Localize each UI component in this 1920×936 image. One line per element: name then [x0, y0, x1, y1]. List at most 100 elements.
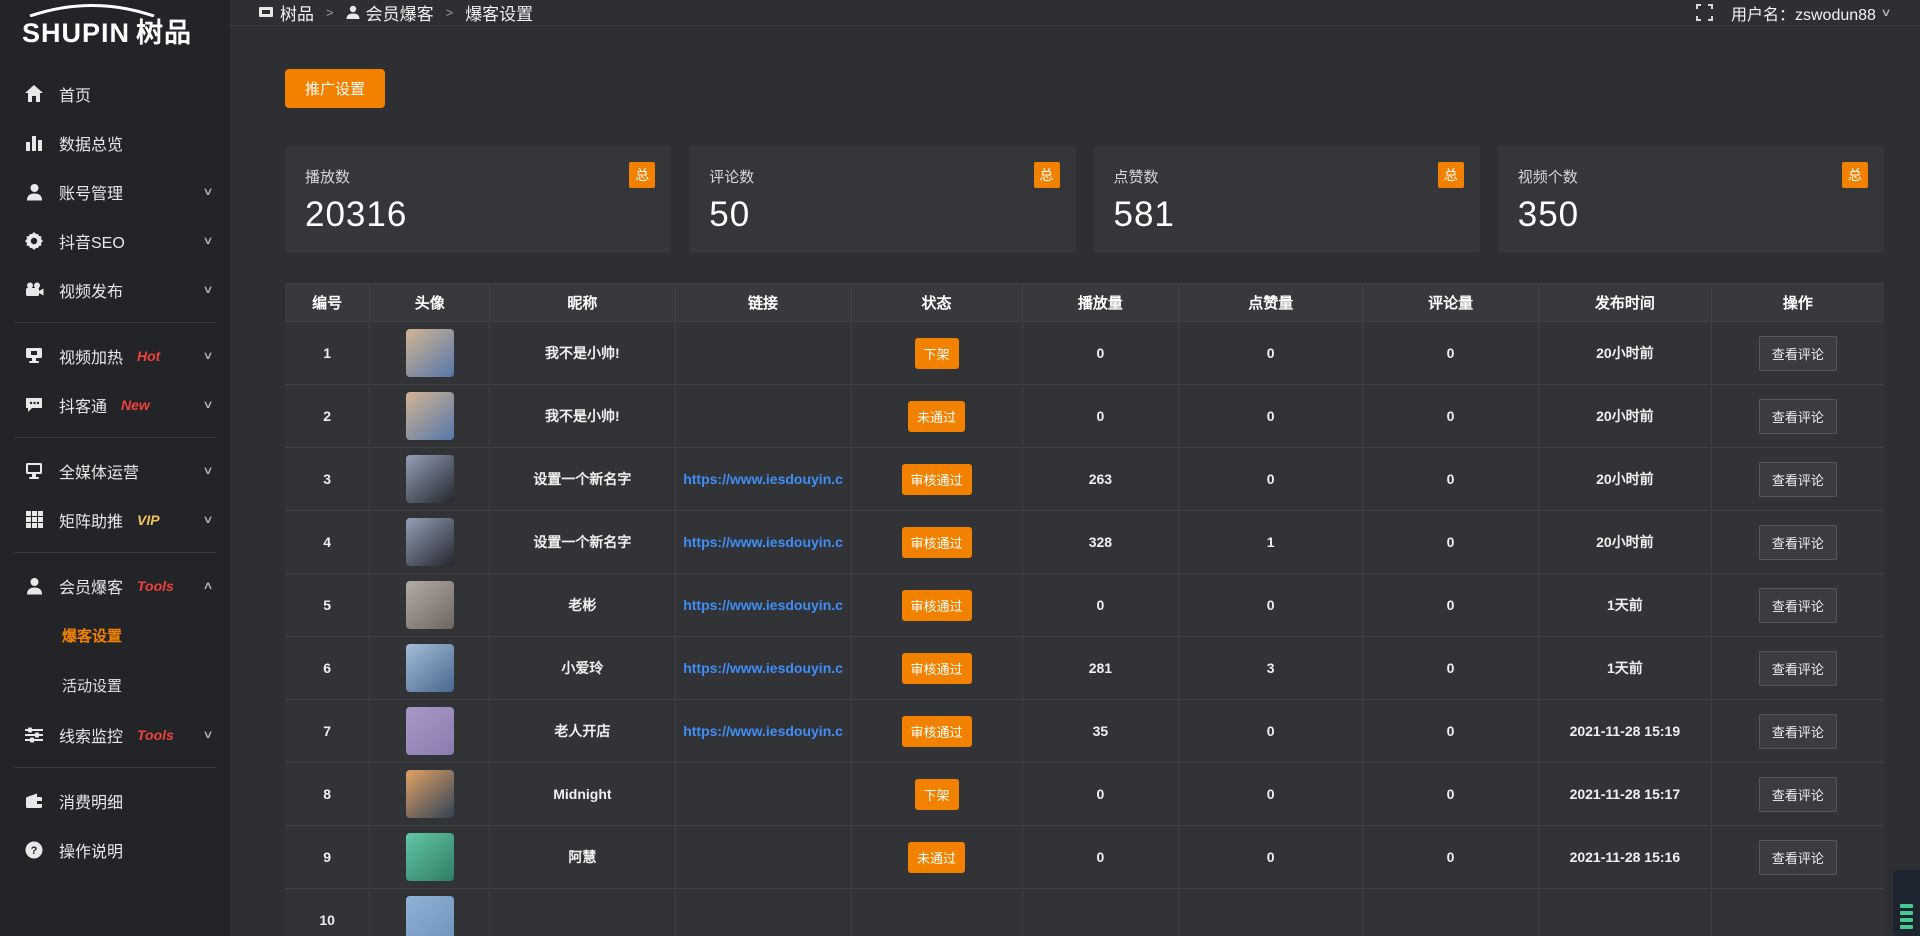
avatar: [406, 644, 454, 692]
sidebar-item-视频发布[interactable]: 视频发布∨: [0, 265, 230, 314]
video-table-wrap: 编号头像昵称链接状态播放量点赞量评论量发布时间操作 1我不是小帅!下架00020…: [285, 283, 1884, 936]
cell-comments: 0: [1363, 763, 1539, 826]
stat-card-点赞数: 点赞数581总: [1094, 146, 1480, 253]
cell-time: 2021-11-28 15:19: [1539, 700, 1712, 763]
sidebar-divider: [14, 767, 216, 768]
sidebar-item-消费明细[interactable]: 消费明细: [0, 776, 230, 825]
breadcrumb-separator: >: [326, 5, 334, 20]
status-badge: 审核通过: [902, 527, 972, 558]
cell-likes: 3: [1179, 637, 1363, 700]
breadcrumb-item-home[interactable]: 树品: [258, 0, 314, 25]
cell-plays: 35: [1022, 700, 1179, 763]
cell-comments: 0: [1363, 511, 1539, 574]
video-link[interactable]: https://www.iesdouyin.c: [676, 723, 851, 739]
stat-card-评论数: 评论数50总: [689, 146, 1075, 253]
stat-card-value: 350: [1518, 195, 1866, 235]
cell-avatar: [370, 889, 490, 936]
table-row: 9阿慧未通过0002021-11-28 15:16查看评论: [285, 826, 1884, 889]
user-icon: [24, 182, 44, 202]
cell-avatar: [370, 322, 490, 385]
content-area: 推广设置 播放数20316总评论数50总点赞数581总视频个数350总 编号头像…: [230, 26, 1920, 936]
view-comments-button[interactable]: 查看评论: [1759, 399, 1837, 434]
avatar: [406, 581, 454, 629]
cell-status: 审核通过: [851, 448, 1022, 511]
cell-action: 查看评论: [1711, 511, 1884, 574]
table-row: 4设置一个新名字https://www.iesdouyin.c审核通过32810…: [285, 511, 1884, 574]
sidebar-item-数据总览[interactable]: 数据总览: [0, 118, 230, 167]
cell-likes: [1179, 889, 1363, 936]
sliders-icon: [24, 725, 44, 745]
view-comments-button[interactable]: 查看评论: [1759, 714, 1837, 749]
sidebar-item-视频加热[interactable]: 视频加热Hot∨: [0, 331, 230, 380]
cell-avatar: [370, 448, 490, 511]
sidebar-menu: 首页数据总览账号管理∨抖音SEO∨视频发布∨ 视频加热Hot∨抖客通New∨ 全媒体…: [0, 57, 230, 874]
sidebar-item-会员爆客[interactable]: 会员爆客Tools∧: [0, 561, 230, 610]
view-comments-button[interactable]: 查看评论: [1759, 588, 1837, 623]
total-badge: 总: [1034, 162, 1060, 188]
cell-number: 2: [285, 385, 370, 448]
view-comments-button[interactable]: 查看评论: [1759, 777, 1837, 812]
cell-nickname: 老人开店: [490, 700, 675, 763]
sidebar-item-矩阵助推[interactable]: 矩阵助推VIP∨: [0, 495, 230, 544]
promotion-settings-button[interactable]: 推广设置: [285, 69, 385, 108]
sidebar-subitem-活动设置[interactable]: 活动设置: [0, 660, 230, 710]
view-comments-button[interactable]: 查看评论: [1759, 651, 1837, 686]
table-row: 5老彬https://www.iesdouyin.c审核通过0001天前查看评论: [285, 574, 1884, 637]
app-logo[interactable]: SHUPIN 树品: [0, 0, 230, 57]
cell-time: 20小时前: [1539, 385, 1712, 448]
cell-number: 4: [285, 511, 370, 574]
cell-nickname: 小爱玲: [490, 637, 675, 700]
logo-arc: [26, 4, 158, 17]
floating-widget[interactable]: [1893, 870, 1920, 936]
video-link[interactable]: https://www.iesdouyin.c: [676, 534, 851, 550]
sidebar-item-label: 抖客通: [59, 393, 107, 417]
chevron-down-icon: ∨: [202, 185, 213, 198]
sidebar-item-抖音SEO[interactable]: 抖音SEO∨: [0, 216, 230, 265]
view-comments-button[interactable]: 查看评论: [1759, 462, 1837, 497]
video-link[interactable]: https://www.iesdouyin.c: [676, 660, 851, 676]
sidebar-item-线索监控[interactable]: 线索监控Tools∨: [0, 710, 230, 759]
view-comments-button[interactable]: 查看评论: [1759, 336, 1837, 371]
sidebar-item-账号管理[interactable]: 账号管理∨: [0, 167, 230, 216]
table-header-点赞量: 点赞量: [1179, 284, 1363, 322]
sidebar-item-label: 消费明细: [59, 789, 123, 813]
cell-likes: 0: [1179, 448, 1363, 511]
video-icon: [24, 280, 44, 300]
table-row: 10: [285, 889, 1884, 936]
cell-avatar: [370, 826, 490, 889]
cell-link: [675, 322, 851, 385]
chevron-down-icon: ∨: [202, 513, 213, 526]
cell-nickname: 阿慧: [490, 826, 675, 889]
widget-bar: [1900, 911, 1913, 915]
member-icon: [24, 576, 44, 596]
cell-nickname: [490, 889, 675, 936]
sidebar-subitem-爆客设置[interactable]: 爆客设置: [0, 610, 230, 660]
table-row: 8Midnight下架0002021-11-28 15:17查看评论: [285, 763, 1884, 826]
fullscreen-icon[interactable]: [1696, 4, 1713, 21]
stat-card-label: 视频个数: [1518, 166, 1866, 187]
sidebar-item-全媒体运营[interactable]: 全媒体运营∨: [0, 446, 230, 495]
sidebar-item-label: 线索监控: [59, 723, 123, 747]
cell-comments: 0: [1363, 385, 1539, 448]
sidebar-item-操作说明[interactable]: ?操作说明: [0, 825, 230, 874]
avatar: [406, 896, 454, 936]
breadcrumb-label: 树品: [280, 0, 314, 25]
cell-nickname: Midnight: [490, 763, 675, 826]
breadcrumb-item-member[interactable]: 会员爆客: [346, 0, 434, 25]
cell-plays: 0: [1022, 574, 1179, 637]
sidebar-item-抖客通[interactable]: 抖客通New∨: [0, 380, 230, 429]
cell-nickname: 设置一个新名字: [490, 511, 675, 574]
video-link[interactable]: https://www.iesdouyin.c: [676, 471, 851, 487]
main-column: 树品 > 会员爆客 > 爆客设置 用户名：zswodun88 ∨: [230, 0, 1920, 936]
view-comments-button[interactable]: 查看评论: [1759, 525, 1837, 560]
cell-action: 查看评论: [1711, 574, 1884, 637]
video-link[interactable]: https://www.iesdouyin.c: [676, 597, 851, 613]
cell-nickname: 我不是小帅!: [490, 322, 675, 385]
cell-comments: [1363, 889, 1539, 936]
cell-avatar: [370, 511, 490, 574]
sidebar-item-首页[interactable]: 首页: [0, 69, 230, 118]
username-dropdown[interactable]: 用户名：zswodun88 ∨: [1731, 1, 1890, 25]
avatar: [406, 392, 454, 440]
view-comments-button[interactable]: 查看评论: [1759, 840, 1837, 875]
sidebar: SHUPIN 树品 首页数据总览账号管理∨抖音SEO∨视频发布∨ 视频加热Hot∨…: [0, 0, 230, 936]
